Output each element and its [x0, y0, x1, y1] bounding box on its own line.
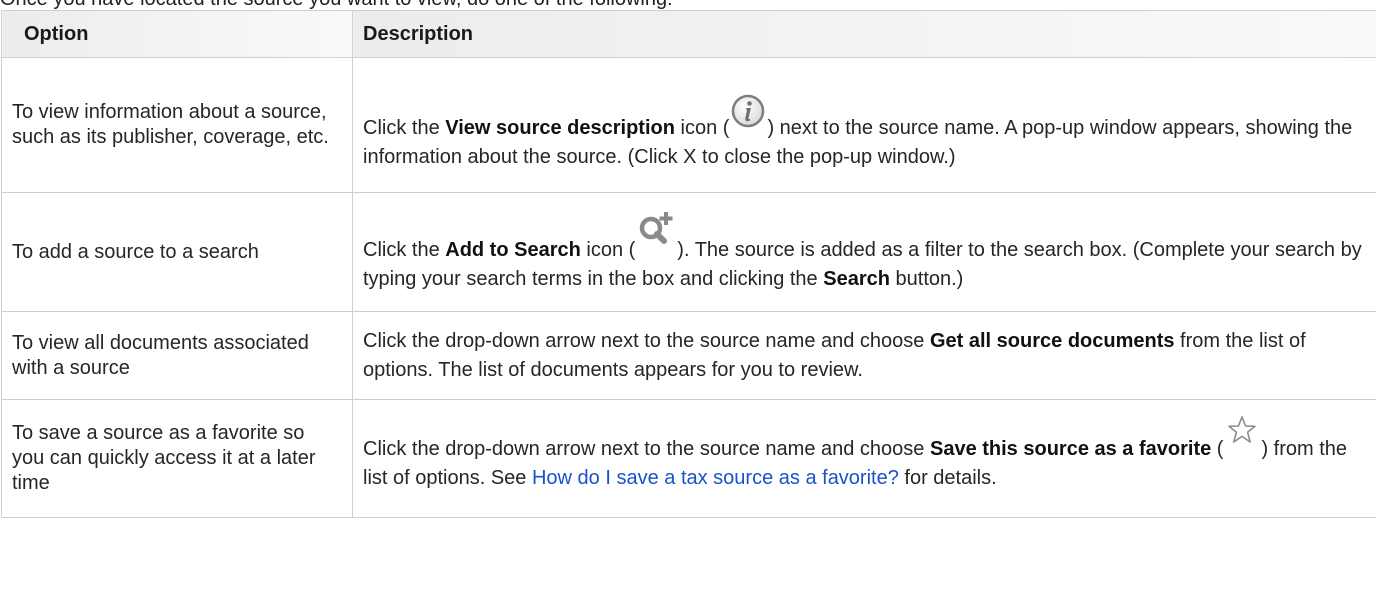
table-row: To view all documents associated with a … [1, 311, 1376, 400]
desc-text: icon ( [580, 239, 636, 261]
desc-bold: Search [823, 268, 890, 290]
desc-text: ( [1211, 437, 1224, 460]
desc-text: Click the drop-down arrow next to the so… [363, 329, 930, 352]
option-cell: To add a source to a search [1, 192, 353, 312]
desc-bold: Get all source documents [929, 329, 1175, 352]
desc-text: icon ( [674, 117, 730, 139]
options-table: Option Description To view information a… [1, 10, 1376, 518]
description-cell: Click the View source description icon (… [352, 57, 1376, 193]
header-description: Description [352, 10, 1376, 58]
add-to-search-icon [640, 212, 673, 244]
favorite-help-link[interactable]: How do I save a tax source as a favorite… [532, 467, 899, 489]
table-row: To save a source as a favorite so you ca… [1, 399, 1376, 518]
description-cell: Click the drop-down arrow next to the so… [352, 399, 1376, 518]
desc-text: Click the [363, 117, 446, 139]
desc-text: Click the [363, 239, 446, 261]
desc-bold: Save this source as a favorite [929, 437, 1212, 460]
option-cell: To view information about a source, such… [1, 57, 353, 193]
table-row: To add a source to a search Click the Ad… [1, 192, 1376, 312]
intro-text: Once you have located the source you wan… [0, 0, 673, 10]
table-row: To view information about a source, such… [1, 57, 1376, 193]
option-cell: To save a source as a favorite so you ca… [1, 399, 353, 518]
desc-bold: View source description [445, 117, 675, 139]
info-icon [732, 94, 765, 128]
desc-text: for details. [898, 466, 997, 489]
desc-text: Click the drop-down arrow next to the so… [363, 437, 930, 460]
table-header-row: Option Description [1, 10, 1376, 58]
desc-text: button.) [889, 268, 964, 290]
desc-bold: Add to Search [445, 239, 581, 261]
star-icon [1228, 415, 1257, 443]
description-cell: Click the Add to Search icon ( ). The so… [352, 192, 1376, 312]
option-cell: To view all documents associated with a … [1, 311, 353, 400]
description-cell: Click the drop-down arrow next to the so… [352, 311, 1376, 400]
header-option: Option [1, 10, 353, 58]
